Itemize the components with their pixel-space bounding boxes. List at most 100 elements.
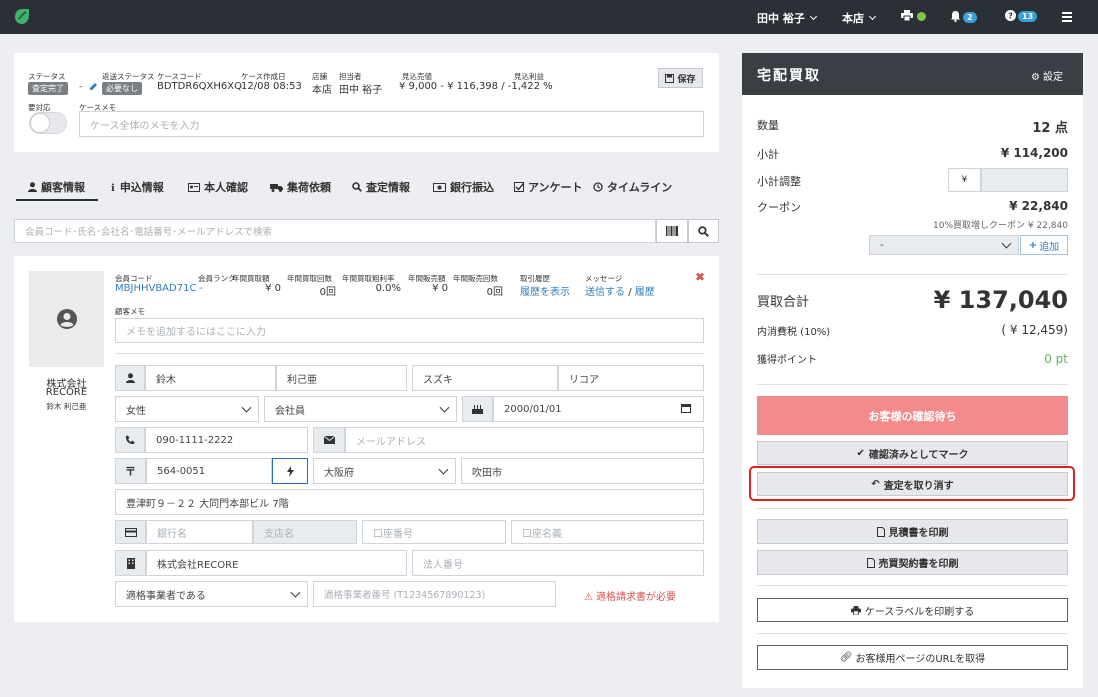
save-button[interactable]: 保存 bbox=[658, 68, 703, 88]
printer-status[interactable] bbox=[901, 10, 926, 23]
gender-select[interactable]: 女性 bbox=[115, 396, 259, 422]
prefecture-select[interactable]: 大阪府 bbox=[313, 458, 456, 484]
search-icon bbox=[352, 182, 362, 192]
first-name-input[interactable]: 利己亜 bbox=[276, 365, 407, 391]
postal-mark-icon: 〒 bbox=[115, 458, 146, 484]
tab-identity[interactable]: 本人確認 bbox=[188, 179, 248, 195]
invoice-type-select[interactable]: 適格事業者である bbox=[115, 581, 308, 607]
store-menu[interactable]: 本店 bbox=[842, 10, 877, 26]
avatar[interactable] bbox=[29, 271, 104, 367]
birthday-input[interactable]: 2000/01/01 bbox=[493, 396, 704, 422]
first-kana-input[interactable]: リコア bbox=[558, 365, 704, 391]
tab-bank-transfer[interactable]: 銀行振込 bbox=[433, 179, 494, 195]
needs-action-toggle[interactable] bbox=[29, 112, 67, 134]
pdf-file-icon bbox=[876, 526, 885, 537]
case-memo-input[interactable]: ケース全体のメモを入力 bbox=[79, 111, 704, 137]
calendar-icon[interactable] bbox=[681, 403, 691, 413]
message-history-link[interactable]: 履歴 bbox=[635, 287, 655, 298]
search-button[interactable] bbox=[688, 219, 719, 243]
pdf-file-icon bbox=[866, 557, 875, 568]
user-menu[interactable]: 田中 裕子 bbox=[757, 10, 817, 26]
status-badge: 査定完了 bbox=[28, 81, 68, 95]
company-addon bbox=[115, 550, 146, 576]
search-icon bbox=[698, 225, 709, 237]
print-contract-button[interactable]: 売買契約書を印刷 bbox=[757, 550, 1068, 575]
coupon-select[interactable]: - bbox=[869, 235, 1019, 255]
active-tab-underline bbox=[16, 199, 98, 201]
tab-survey[interactable]: アンケート bbox=[514, 179, 583, 195]
tab-pickup[interactable]: 集荷依頼 bbox=[270, 179, 331, 195]
account-holder-input[interactable]: 口座名義 bbox=[511, 520, 704, 544]
chevron-down-icon bbox=[809, 12, 817, 21]
bank-name-input[interactable]: 銀行名 bbox=[146, 520, 253, 544]
phone-input[interactable]: 090-1111-2222 bbox=[145, 427, 308, 453]
case-header-panel bbox=[14, 53, 719, 152]
notifications-count: 2 bbox=[963, 12, 977, 23]
show-history-link[interactable]: 履歴を表示 bbox=[520, 283, 570, 298]
invoice-number-input[interactable]: 適格事業者番号 (T1234567890123) bbox=[313, 581, 556, 607]
last-kana-input[interactable]: スズキ bbox=[412, 365, 558, 391]
print-case-label-button[interactable]: ケースラベルを印刷する bbox=[757, 598, 1068, 622]
hamburger-menu-icon[interactable] bbox=[1062, 12, 1072, 22]
money-icon bbox=[433, 183, 446, 192]
awaiting-customer-confirmation-button[interactable]: お客様の確認待ち bbox=[757, 396, 1068, 435]
top-navigation-bar: 田中 裕子 本店 2 ? 13 bbox=[0, 0, 1098, 34]
svg-text:?: ? bbox=[1008, 12, 1013, 21]
undo-arrow-icon: ↶ bbox=[871, 478, 880, 490]
help-button[interactable]: ? 13 bbox=[1005, 10, 1038, 23]
warning-triangle-icon: ⚠ bbox=[584, 592, 593, 603]
mark-as-confirmed-button[interactable]: ✔ 確認済みとしてマーク bbox=[757, 441, 1068, 465]
quantity-value: 12 点 bbox=[1032, 121, 1068, 136]
settings-button[interactable]: ⚙ 設定 bbox=[1031, 68, 1063, 83]
print-estimate-button[interactable]: 見積書を印刷 bbox=[757, 519, 1068, 544]
info-icon: ℹ bbox=[111, 183, 115, 194]
get-customer-url-button[interactable]: 🔗︎ お客様用ページのURLを取得 bbox=[757, 645, 1068, 670]
history-icon bbox=[593, 182, 603, 192]
printer-icon bbox=[850, 605, 861, 615]
city-input[interactable]: 吹田市 bbox=[461, 458, 704, 484]
company-input[interactable]: 株式会社RECORE bbox=[146, 550, 407, 576]
member-type-select[interactable]: 会社員 bbox=[264, 396, 457, 422]
cancel-appraisal-button[interactable]: ↶ 査定を取り消す bbox=[757, 472, 1068, 496]
zip-lookup-button[interactable] bbox=[272, 458, 308, 484]
name-addon bbox=[115, 365, 145, 391]
tab-application-info[interactable]: ℹ 申込情報 bbox=[111, 179, 164, 195]
customer-memo-input[interactable]: メモを追加するにはここに入力 bbox=[115, 318, 704, 343]
envelope-icon bbox=[323, 436, 335, 444]
edit-pencil-icon[interactable] bbox=[89, 82, 98, 91]
last-name-input[interactable]: 鈴木 bbox=[145, 365, 276, 391]
bank-card-addon bbox=[115, 520, 146, 544]
subtotal-adjust-input[interactable] bbox=[981, 168, 1068, 192]
send-message-link[interactable]: 送信する bbox=[585, 287, 625, 298]
id-card-icon bbox=[188, 183, 200, 192]
barcode-scan-button[interactable] bbox=[656, 219, 688, 243]
phone-addon bbox=[115, 427, 145, 453]
bolt-icon bbox=[286, 465, 294, 477]
credit-card-icon bbox=[124, 527, 137, 537]
corporate-number-input[interactable]: 法人番号 bbox=[412, 550, 704, 576]
member-rank: - bbox=[199, 283, 203, 294]
add-coupon-button[interactable]: + 追加 bbox=[1020, 235, 1068, 255]
branch-name-input[interactable]: 支店名 bbox=[253, 520, 357, 544]
tab-customer-info[interactable]: 顧客情報 bbox=[28, 179, 85, 195]
coupon-note: 10%買取増しクーポン ¥ 22,840 bbox=[933, 221, 1068, 231]
email-input[interactable]: メールアドレス bbox=[345, 427, 704, 453]
barcode-icon bbox=[666, 226, 678, 236]
tab-timeline[interactable]: タイムライン bbox=[593, 179, 672, 195]
case-store: 本店 bbox=[312, 85, 332, 96]
save-floppy-icon bbox=[665, 73, 675, 83]
tax-value: ( ¥ 12,459) bbox=[1001, 323, 1068, 337]
account-number-input[interactable]: 口座番号 bbox=[362, 520, 506, 544]
tab-appraisal[interactable]: 査定情報 bbox=[352, 179, 410, 195]
close-icon[interactable]: ✖ bbox=[695, 270, 705, 284]
chevron-down-icon bbox=[868, 12, 877, 21]
app-logo-icon[interactable] bbox=[14, 8, 30, 25]
member-code-link[interactable]: MBJHHVBAD71C bbox=[115, 283, 196, 294]
zip-input[interactable]: 564-0051 bbox=[146, 458, 272, 484]
checkbox-icon bbox=[514, 182, 525, 192]
subtotal-value: ¥ 114,200 bbox=[1000, 146, 1068, 160]
customer-search-input[interactable]: 会員コード･氏名･会社名･電話番号･メールアドレスで検索 bbox=[14, 219, 656, 243]
bell-icon bbox=[951, 11, 960, 22]
address-input[interactable]: 豊津町９－２２ 大同門本部ビル 7階 bbox=[115, 489, 704, 515]
notifications-button[interactable]: 2 bbox=[950, 10, 977, 24]
